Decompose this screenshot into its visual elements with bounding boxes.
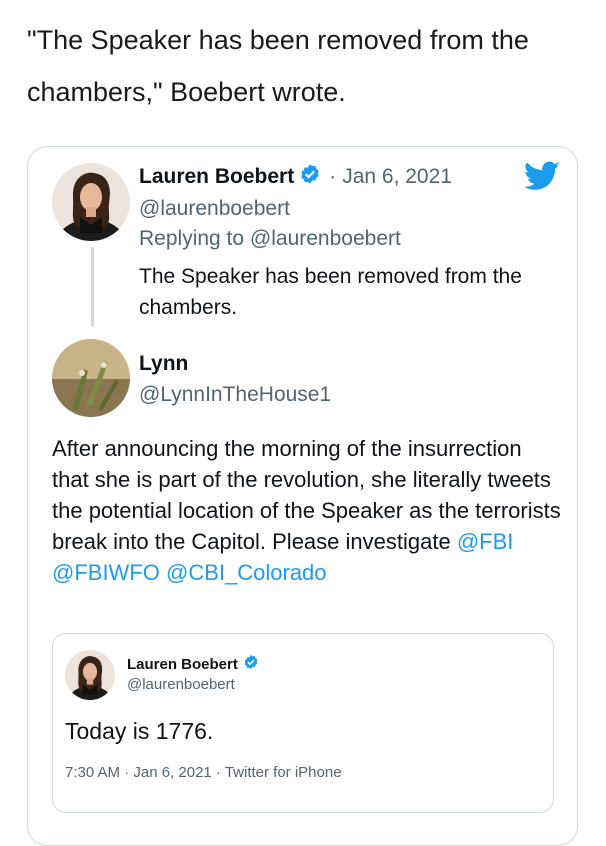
replying-to-line: Replying to @laurenboebert	[139, 227, 401, 251]
embedded-tweet-card[interactable]: Lauren Boebert · Jan 6, 2021 @laurenboeb…	[27, 146, 578, 846]
verified-badge-icon	[243, 654, 259, 674]
quoted-author-name[interactable]: Lauren Boebert	[127, 656, 238, 673]
mention-cbi-colorado-link[interactable]: @CBI_Colorado	[166, 560, 327, 585]
thread-connector-line	[91, 247, 94, 327]
mention-fbi-link[interactable]: @FBI	[457, 529, 514, 554]
reply-date[interactable]: Jan 6, 2021	[342, 165, 452, 189]
reply-tweet-text: The Speaker has been removed from the ch…	[139, 265, 522, 319]
quoted-author-avatar[interactable]	[65, 650, 115, 700]
main-tweet-header: Lynn	[139, 352, 188, 376]
lynn-avatar[interactable]	[52, 339, 130, 417]
main-author-name[interactable]: Lynn	[139, 352, 188, 376]
twitter-bird-icon[interactable]	[523, 161, 561, 196]
quoted-tweet-meta[interactable]: 7:30 AM · Jan 6, 2021 · Twitter for iPho…	[65, 764, 342, 781]
verified-badge-icon	[299, 163, 321, 191]
mention-fbiwfo-link[interactable]: @FBIWFO	[52, 560, 160, 585]
quoted-tweet-text: Today is 1776.	[65, 718, 214, 744]
date-separator: ·	[329, 165, 337, 188]
reply-tweet-header: Lauren Boebert · Jan 6, 2021	[139, 163, 452, 191]
replying-to-prefix: Replying to	[139, 227, 250, 250]
lauren-boebert-avatar[interactable]	[52, 163, 130, 241]
reply-author-name[interactable]: Lauren Boebert	[139, 165, 294, 189]
replying-to-handle[interactable]: @laurenboebert	[250, 227, 401, 250]
main-author-handle[interactable]: @LynnInTheHouse1	[139, 383, 331, 407]
main-tweet-text: After announcing the morning of the insu…	[52, 433, 562, 588]
quoted-author-handle[interactable]: @laurenboebert	[127, 676, 235, 693]
reply-author-handle[interactable]: @laurenboebert	[139, 197, 290, 221]
article-caption: "The Speaker has been removed from the c…	[27, 25, 529, 107]
quoted-tweet-header: Lauren Boebert	[127, 654, 259, 674]
quoted-tweet-card[interactable]: Lauren Boebert @laurenboebert Today is 1…	[52, 633, 554, 813]
